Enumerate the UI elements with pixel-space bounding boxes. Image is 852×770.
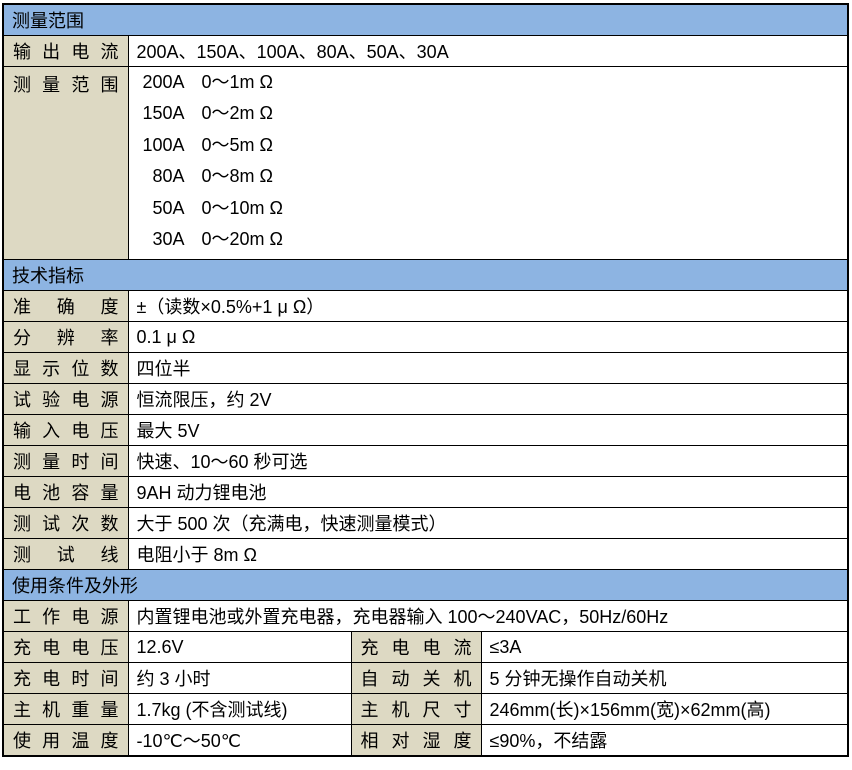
spec-table: 测量范围 输出电流 200A、150A、100A、80A、50A、30A 测量范…: [2, 3, 849, 757]
row-value: 5 分钟无操作自动关机: [481, 663, 848, 694]
row-value-range-list: 200A 0～1m Ω 150A 0～2m Ω 100A 0～5m Ω 80A …: [128, 67, 848, 260]
range-current: 80A: [137, 161, 185, 192]
row-label: 电池容量: [3, 477, 128, 508]
range-line: 200A 0～1m Ω: [137, 67, 848, 98]
table-row: 使用温度 -10℃～50℃ 相对湿度 ≤90%，不结露: [3, 725, 848, 757]
table-row: 测 试 线 电阻小于 8m Ω: [3, 539, 848, 570]
row-value: 电阻小于 8m Ω: [128, 539, 848, 570]
row-value: ≤3A: [481, 632, 848, 663]
section-header-measurement: 测量范围: [3, 4, 848, 36]
row-value: 200A、150A、100A、80A、50A、30A: [128, 36, 848, 67]
row-label: 充电电压: [3, 632, 128, 663]
row-label: 使用温度: [3, 725, 128, 757]
row-label: 测试次数: [3, 508, 128, 539]
row-label: 准 确 度: [3, 291, 128, 322]
range-line: 30A 0～20m Ω: [137, 224, 848, 255]
table-row: 分 辨 率 0.1 μ Ω: [3, 322, 848, 353]
range-value: 0～5m Ω: [202, 130, 273, 161]
table-row: 测试次数 大于 500 次（充满电，快速测量模式）: [3, 508, 848, 539]
row-value: 大于 500 次（充满电，快速测量模式）: [128, 508, 848, 539]
table-row: 试验电源 恒流限压，约 2V: [3, 384, 848, 415]
row-value: ≤90%，不结露: [481, 725, 848, 757]
range-value: 0～2m Ω: [202, 98, 273, 129]
section-header-usage: 使用条件及外形: [3, 570, 848, 601]
row-label: 主机重量: [3, 694, 128, 725]
range-line: 50A 0～10m Ω: [137, 193, 848, 224]
row-label: 自动关机: [351, 663, 481, 694]
row-label: 相对湿度: [351, 725, 481, 757]
table-row: 工作电源 内置锂电池或外置充电器，充电器输入 100～240VAC，50Hz/6…: [3, 601, 848, 632]
table-row: 测量范围: [3, 4, 848, 36]
section-header-specs: 技术指标: [3, 260, 848, 291]
row-value: 内置锂电池或外置充电器，充电器输入 100～240VAC，50Hz/60Hz: [128, 601, 848, 632]
table-row: 测量时间 快速、10～60 秒可选: [3, 446, 848, 477]
table-row: 充电电压 12.6V 充电电流 ≤3A: [3, 632, 848, 663]
row-label: 充电电流: [351, 632, 481, 663]
range-current: 100A: [137, 130, 185, 161]
row-label: 测 试 线: [3, 539, 128, 570]
table-row: 输入电压 最大 5V: [3, 415, 848, 446]
range-value: 0～1m Ω: [202, 67, 273, 98]
row-label: 测量范围: [3, 67, 128, 260]
row-label: 分 辨 率: [3, 322, 128, 353]
range-value: 0～8m Ω: [202, 161, 273, 192]
range-value: 0～20m Ω: [202, 224, 283, 255]
range-line: 80A 0～8m Ω: [137, 161, 848, 192]
row-label: 输出电流: [3, 36, 128, 67]
row-value: 9AH 动力锂电池: [128, 477, 848, 508]
row-label: 充电时间: [3, 663, 128, 694]
row-value: 0.1 μ Ω: [128, 322, 848, 353]
row-value: 恒流限压，约 2V: [128, 384, 848, 415]
row-value: -10℃～50℃: [128, 725, 351, 757]
range-line: 150A 0～2m Ω: [137, 98, 848, 129]
row-label: 主机尺寸: [351, 694, 481, 725]
table-row: 主机重量 1.7kg (不含测试线) 主机尺寸 246mm(长)×156mm(宽…: [3, 694, 848, 725]
row-value: 四位半: [128, 353, 848, 384]
range-current: 200A: [137, 67, 185, 98]
table-row: 输出电流 200A、150A、100A、80A、50A、30A: [3, 36, 848, 67]
range-line: 100A 0～5m Ω: [137, 130, 848, 161]
row-value: 12.6V: [128, 632, 351, 663]
table-row: 准 确 度 ±（读数×0.5%+1 μ Ω）: [3, 291, 848, 322]
table-row: 测量范围 200A 0～1m Ω 150A 0～2m Ω 100A 0～5m Ω…: [3, 67, 848, 260]
row-label: 测量时间: [3, 446, 128, 477]
row-label: 试验电源: [3, 384, 128, 415]
row-value: 最大 5V: [128, 415, 848, 446]
row-label: 显示位数: [3, 353, 128, 384]
range-value: 0～10m Ω: [202, 193, 283, 224]
range-current: 30A: [137, 224, 185, 255]
row-value: 约 3 小时: [128, 663, 351, 694]
row-value: 1.7kg (不含测试线): [128, 694, 351, 725]
table-row: 充电时间 约 3 小时 自动关机 5 分钟无操作自动关机: [3, 663, 848, 694]
table-row: 使用条件及外形: [3, 570, 848, 601]
table-row: 技术指标: [3, 260, 848, 291]
row-value: ±（读数×0.5%+1 μ Ω）: [128, 291, 848, 322]
range-current: 50A: [137, 193, 185, 224]
row-value: 快速、10～60 秒可选: [128, 446, 848, 477]
table-row: 显示位数 四位半: [3, 353, 848, 384]
table-row: 电池容量 9AH 动力锂电池: [3, 477, 848, 508]
row-label: 输入电压: [3, 415, 128, 446]
row-value: 246mm(长)×156mm(宽)×62mm(高): [481, 694, 848, 725]
row-label: 工作电源: [3, 601, 128, 632]
range-current: 150A: [137, 98, 185, 129]
